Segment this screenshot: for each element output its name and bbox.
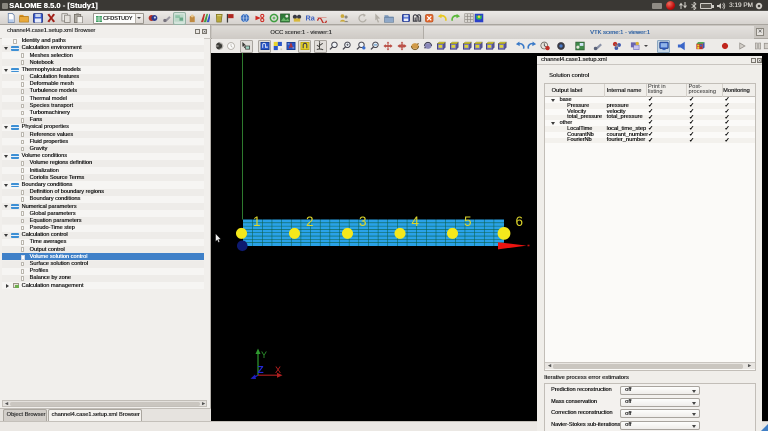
svg-text:4: 4: [412, 214, 420, 229]
svg-text:1: 1: [253, 214, 261, 229]
svg-text:Z: Z: [258, 365, 264, 376]
svg-text:Ra: Ra: [306, 14, 316, 23]
svg-text:6: 6: [516, 214, 524, 229]
svg-text:3: 3: [359, 214, 367, 229]
svg-text:5: 5: [464, 214, 472, 229]
svg-text:2: 2: [306, 214, 314, 229]
svg-text:Y: Y: [261, 350, 267, 360]
svg-text:X: X: [275, 365, 281, 375]
